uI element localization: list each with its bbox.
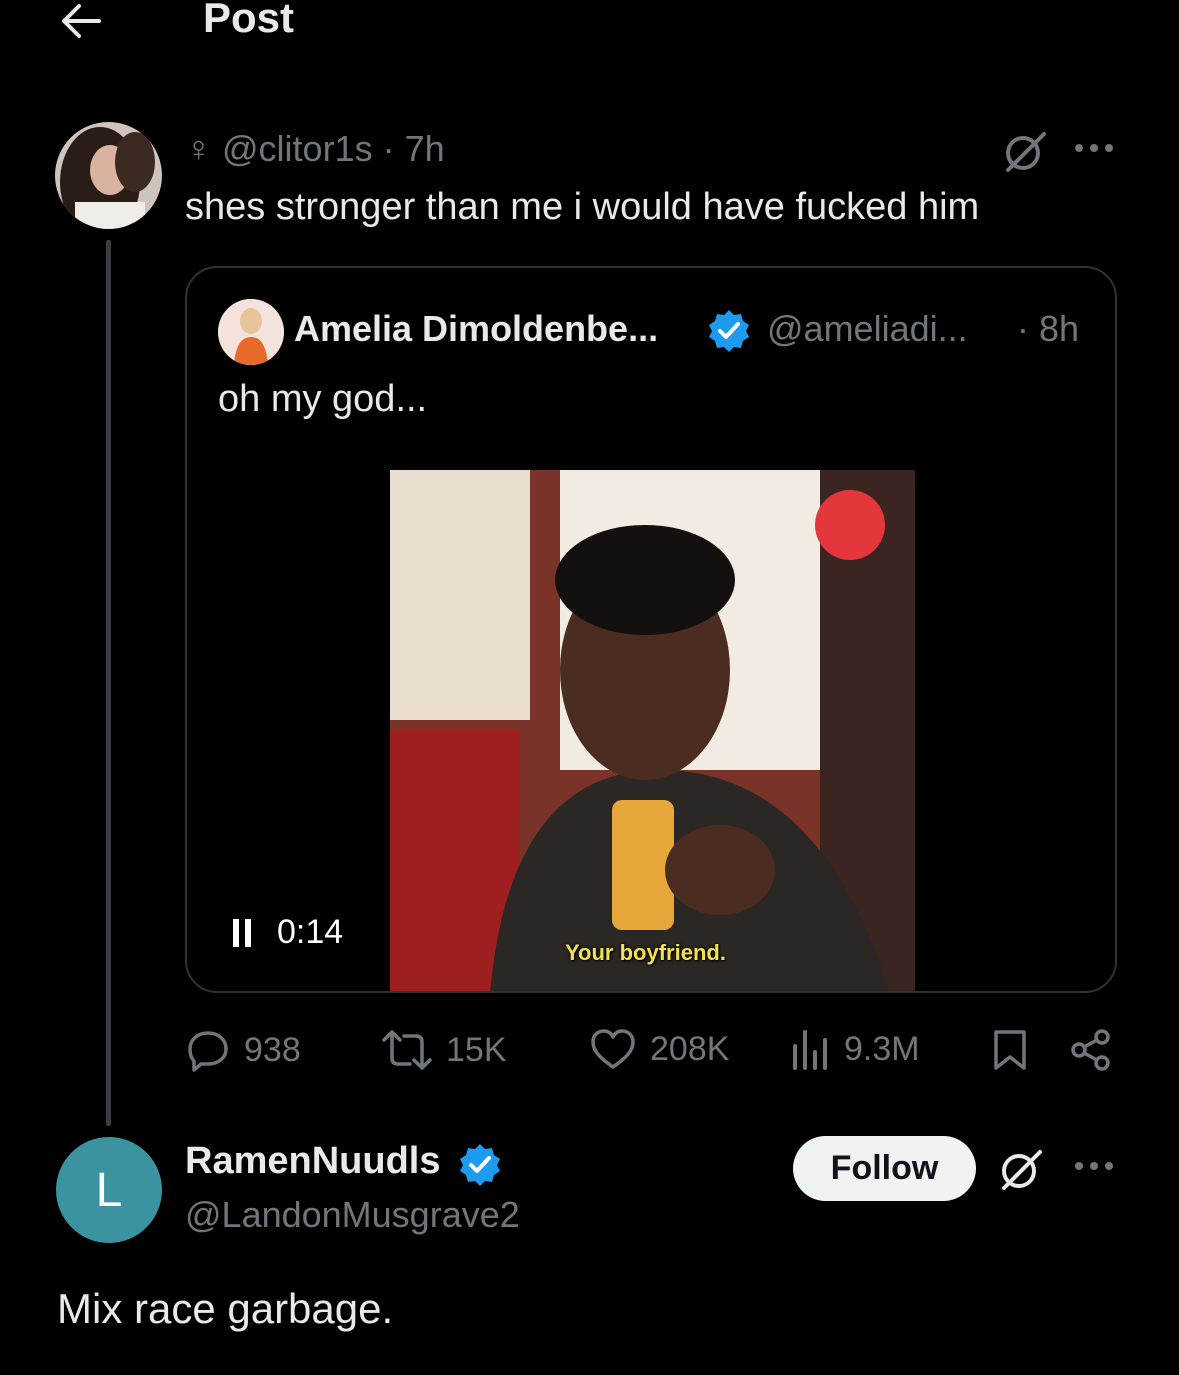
tweet-meta[interactable]: ♀ @clitor1s · 7h (185, 128, 445, 170)
share-button[interactable] (1070, 1028, 1112, 1072)
more-icon (1075, 144, 1113, 152)
verified-icon (709, 310, 749, 352)
grok-button[interactable] (998, 1146, 1044, 1197)
avatar[interactable] (55, 122, 162, 229)
share-icon (1071, 1029, 1110, 1071)
video-time: 0:14 (277, 913, 344, 951)
verified-icon (460, 1144, 500, 1186)
reply-text: Mix race garbage. (57, 1285, 394, 1332)
page-title: Post (203, 0, 295, 41)
quoted-tweet[interactable]: Amelia Dimoldenbe... @ameliadi... · 8h o… (185, 266, 1117, 993)
bookmark-icon (994, 1030, 1026, 1070)
follow-button[interactable]: Follow (793, 1136, 976, 1201)
views-count: 9.3M (844, 1029, 920, 1068)
like-count: 208K (650, 1029, 730, 1068)
avatar-letter: L (95, 1163, 123, 1217)
back-button[interactable] (56, 0, 106, 46)
quote-avatar[interactable] (218, 299, 284, 365)
bookmark-button[interactable] (992, 1028, 1028, 1072)
tweet-text: shes stronger than me i would have fucke… (185, 186, 980, 228)
grok-icon (1006, 132, 1046, 172)
more-button[interactable] (1073, 1158, 1115, 1179)
quote-timestamp: · 8h (1017, 308, 1080, 349)
thread-line (106, 240, 111, 1126)
reply-icon (188, 1031, 228, 1072)
repost-count: 15K (446, 1030, 507, 1069)
action-bar: 938 15K 208K 9.3M (186, 1028, 1116, 1078)
like-button[interactable]: 208K (590, 1028, 729, 1070)
like-icon (591, 1029, 635, 1069)
reply-avatar[interactable]: L (56, 1137, 162, 1243)
more-icon (1075, 1162, 1113, 1170)
repost-button[interactable]: 15K (382, 1028, 507, 1072)
video-player[interactable]: Your boyfriend. (390, 470, 915, 991)
reply-button[interactable]: 938 (186, 1028, 301, 1072)
pause-icon[interactable] (233, 918, 257, 947)
video-controls[interactable]: 0:14 (233, 913, 343, 952)
grok-button[interactable] (1002, 128, 1048, 179)
quote-author-name[interactable]: Amelia Dimoldenbe... (294, 308, 658, 350)
quote-text: oh my god... (218, 378, 428, 420)
reply-author-handle[interactable]: @LandonMusgrave2 (185, 1194, 520, 1236)
top-bar: Post (0, 0, 1179, 60)
views-icon (793, 1030, 827, 1070)
repost-icon (382, 1030, 432, 1070)
reply-count: 938 (244, 1030, 301, 1069)
grok-icon (1002, 1150, 1042, 1190)
views-button[interactable]: 9.3M (790, 1028, 920, 1070)
back-arrow-icon (62, 4, 101, 38)
video-caption: Your boyfriend. (565, 940, 726, 965)
reply-author-name[interactable]: RamenNuudls (185, 1140, 440, 1183)
quote-author-handle[interactable]: @ameliadi... (767, 308, 968, 350)
more-button[interactable] (1073, 140, 1115, 161)
